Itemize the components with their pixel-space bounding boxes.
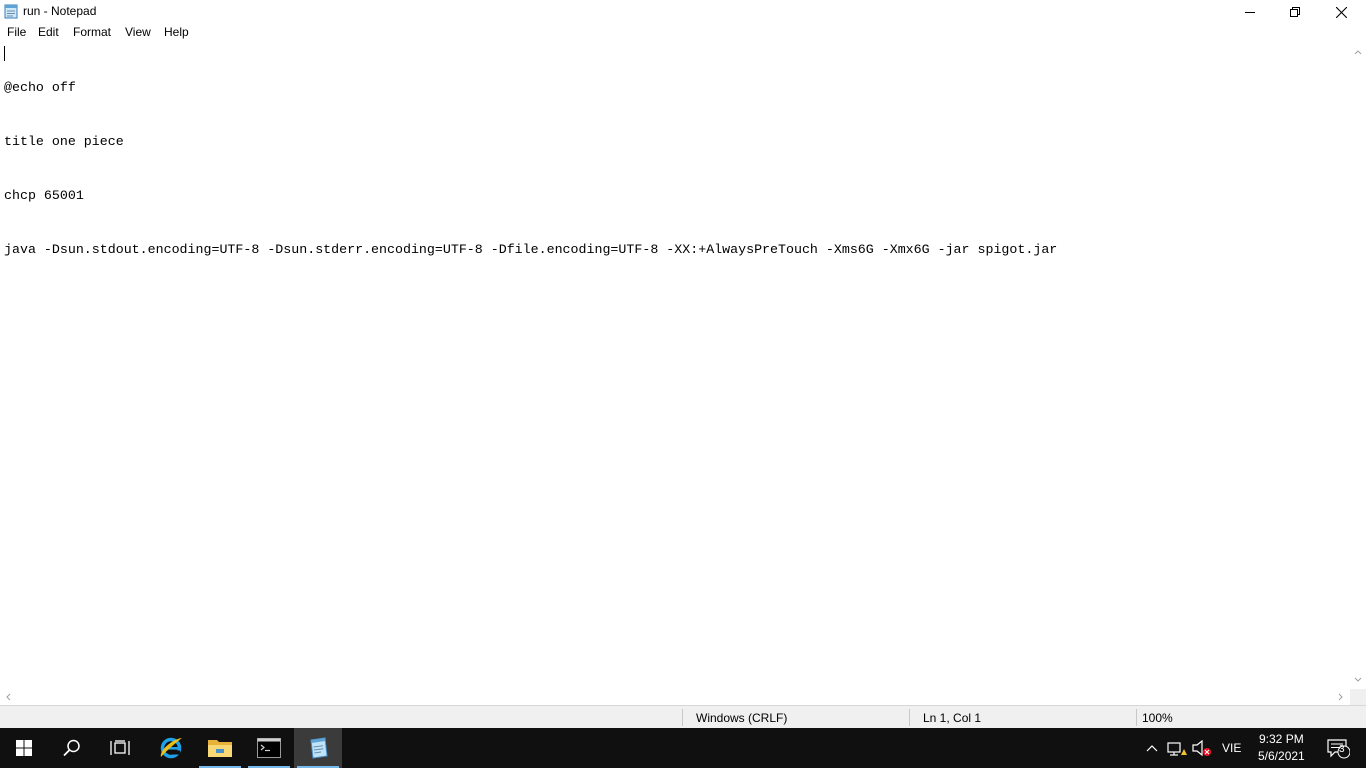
taskbar-app-file-explorer[interactable]: [196, 728, 244, 768]
search-icon: [63, 739, 80, 757]
status-zoom: 100%: [1142, 711, 1173, 725]
start-button[interactable]: [0, 728, 48, 768]
status-bar: Windows (CRLF) Ln 1, Col 1 100%: [0, 705, 1366, 728]
status-divider: [682, 709, 683, 726]
menu-view[interactable]: View: [124, 25, 152, 39]
scroll-up-icon[interactable]: [1354, 49, 1362, 55]
status-divider: [909, 709, 910, 726]
clock-date: 5/6/2021: [1258, 749, 1305, 763]
volume-tray-button[interactable]: [1190, 728, 1214, 768]
task-view-icon: [110, 740, 130, 755]
windows-start-icon: [16, 740, 32, 756]
taskbar-app-internet-explorer[interactable]: [147, 728, 195, 768]
minimize-button[interactable]: [1227, 0, 1273, 24]
scroll-down-icon[interactable]: [1354, 677, 1362, 683]
text-line: @echo off: [4, 80, 76, 95]
menu-edit[interactable]: Edit: [37, 25, 60, 39]
restore-icon: [1290, 7, 1300, 17]
menu-file[interactable]: File: [6, 25, 27, 39]
scroll-corner: [1350, 689, 1366, 705]
menu-bar: File Edit Format View Help: [0, 24, 1366, 42]
volume-muted-icon: [1192, 740, 1211, 756]
window-title: run - Notepad: [23, 4, 97, 18]
editor-text[interactable]: @echo off title one piece chcp 65001 jav…: [4, 43, 1057, 295]
minimize-icon: [1245, 12, 1255, 13]
internet-explorer-icon: [160, 737, 182, 759]
text-line: title one piece: [4, 134, 124, 149]
network-tray-button[interactable]: [1165, 728, 1189, 768]
taskbar: VIE 9:32 PM 5/6/2021 3: [0, 728, 1366, 768]
text-caret: [4, 46, 5, 61]
taskbar-app-command-prompt[interactable]: [245, 728, 293, 768]
notepad-icon: [310, 737, 328, 759]
scroll-right-icon[interactable]: [1338, 693, 1344, 701]
notification-icon: [1327, 739, 1350, 759]
horizontal-scrollbar[interactable]: [0, 689, 1350, 705]
vertical-scrollbar[interactable]: [1350, 43, 1366, 690]
status-divider: [1136, 709, 1137, 726]
action-center-button[interactable]: 3: [1318, 728, 1358, 768]
notepad-icon: [4, 4, 18, 19]
title-bar[interactable]: run - Notepad: [0, 0, 1366, 24]
status-line-ending: Windows (CRLF): [696, 711, 788, 725]
taskbar-app-notepad[interactable]: [294, 728, 342, 768]
file-explorer-icon: [208, 740, 232, 757]
text-editor[interactable]: @echo off title one piece chcp 65001 jav…: [0, 43, 1350, 690]
close-icon: [1335, 6, 1347, 18]
command-prompt-icon: [257, 738, 281, 758]
scroll-left-icon[interactable]: [5, 693, 11, 701]
restore-button[interactable]: [1272, 0, 1318, 24]
search-button[interactable]: [48, 728, 96, 768]
menu-help[interactable]: Help: [163, 25, 190, 39]
show-hidden-icons-button[interactable]: [1142, 728, 1162, 768]
clock[interactable]: 9:32 PM 5/6/2021: [1250, 728, 1310, 768]
chevron-up-icon: [1146, 745, 1158, 752]
network-warning-icon: [1167, 742, 1187, 756]
notification-count: 3: [1339, 744, 1345, 755]
clock-time: 9:32 PM: [1259, 732, 1304, 746]
text-line: java -Dsun.stdout.encoding=UTF-8 -Dsun.s…: [4, 242, 1058, 257]
status-cursor-position: Ln 1, Col 1: [923, 711, 982, 725]
text-line: chcp 65001: [4, 188, 84, 203]
menu-format[interactable]: Format: [72, 25, 112, 39]
task-view-button[interactable]: [96, 728, 144, 768]
close-button[interactable]: [1318, 0, 1364, 24]
input-language[interactable]: VIE: [1222, 741, 1241, 755]
